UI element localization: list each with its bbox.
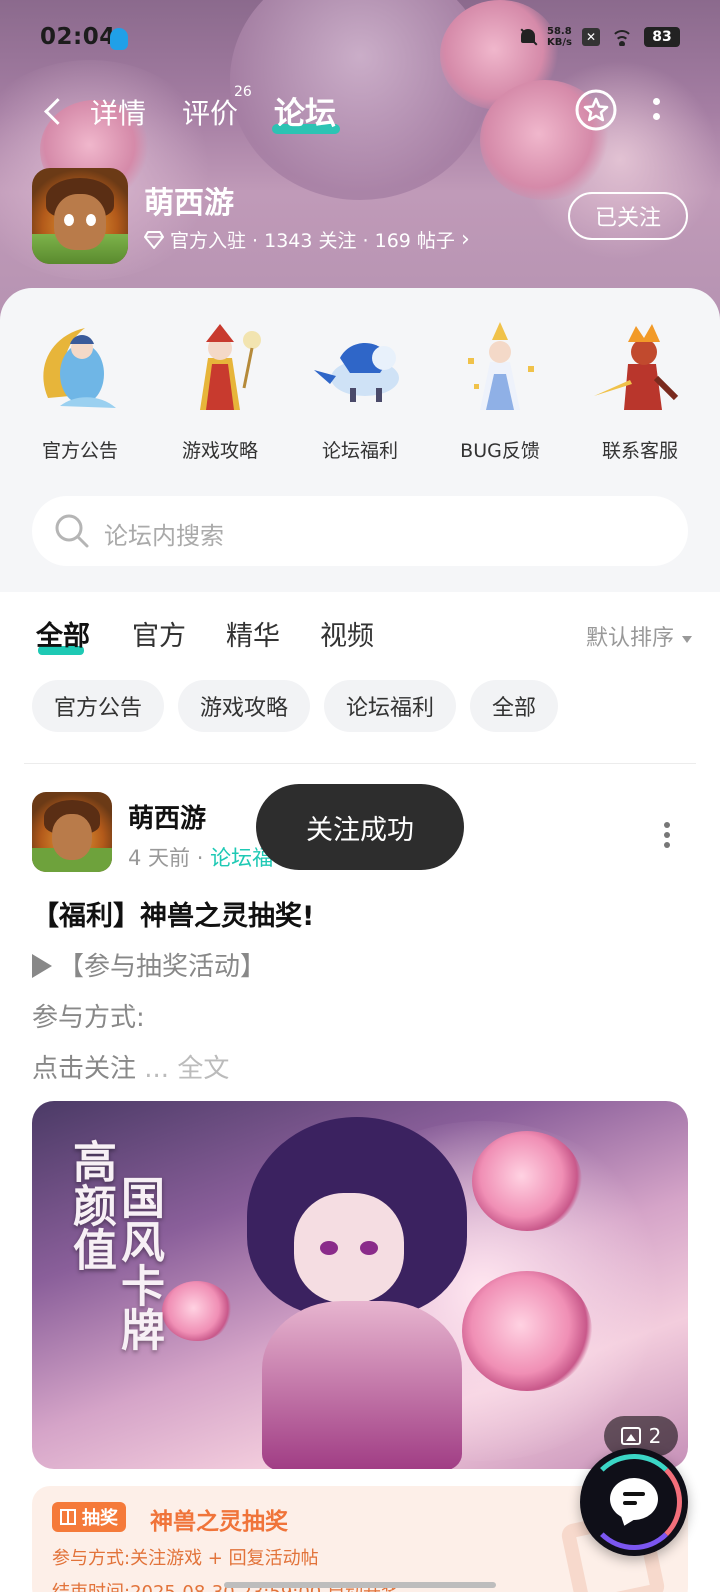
tab-reviews[interactable]: 评价 [182, 92, 238, 132]
filter-tab-video[interactable]: 视频 [320, 614, 374, 653]
category-forum-welfare[interactable]: 论坛福利 [300, 318, 420, 463]
post-more-options-icon[interactable] [662, 822, 672, 848]
tab-forum-label: 论坛 [274, 96, 336, 132]
home-indicator[interactable] [224, 1582, 496, 1588]
game-stats[interactable]: 官方入驻 · 1343 关注 · 169 帖子 › [144, 226, 470, 253]
forum-search-box[interactable]: 论坛内搜索 [32, 496, 688, 566]
lottery-participation: 参与方式:关注游戏 + 回复活动帖 [52, 1548, 319, 1569]
filter-tab-official[interactable]: 官方 [132, 614, 186, 653]
ellipsis: ... [136, 1054, 178, 1084]
notification-icon [110, 28, 128, 50]
post-author-name[interactable]: 萌西游 [128, 798, 206, 835]
favorite-star-icon[interactable] [574, 88, 618, 132]
lottery-tag-label: 抽奖 [82, 1508, 118, 1529]
lottery-tag: 抽奖 [52, 1502, 126, 1532]
post-body-line: 点击关注 ... 全文 [32, 1048, 229, 1085]
chip-game-guide[interactable]: 游戏攻略 [178, 680, 311, 732]
game-title[interactable]: 萌西游 [144, 178, 234, 222]
filter-tab-featured[interactable]: 精华 [226, 614, 280, 653]
game-app-icon[interactable] [32, 168, 128, 264]
forum-welfare-beast-icon [314, 343, 399, 402]
chip-forum-welfare[interactable]: 论坛福利 [324, 680, 457, 732]
follow-button[interactable]: 已关注 [568, 192, 688, 240]
category-label: BUG反馈 [460, 440, 540, 462]
wifi-icon [610, 28, 634, 46]
filter-tab-all[interactable]: 全部 [36, 614, 90, 653]
post-time: 4 天前 [128, 846, 191, 870]
search-icon [55, 514, 89, 548]
sort-dropdown[interactable]: 默认排序 [586, 620, 692, 652]
post-image[interactable]: 高颜值 国风卡牌 [32, 1101, 688, 1469]
topic-chips: 官方公告 游戏攻略 论坛福利 全部 [32, 680, 559, 732]
category-customer-service[interactable]: 联系客服 [580, 318, 700, 463]
customer-service-character-icon [594, 324, 679, 410]
post-body-line: 【参与抽奖活动】 [32, 946, 266, 983]
category-label: 官方公告 [41, 440, 118, 462]
status-bar: 02:04 58.8 KB/s ✕ 83 [0, 18, 720, 58]
search-placeholder: 论坛内搜索 [104, 522, 224, 550]
category-label: 游戏攻略 [181, 440, 258, 462]
meta-separator: · [190, 846, 211, 870]
category-label: 联系客服 [601, 440, 678, 462]
post-filter-tabs: 全部 官方 精华 视频 默认排序 [0, 612, 720, 662]
banner-slogan-2: 国风卡牌 [113, 1175, 164, 1351]
forum-category-panel: 官方公告 游戏攻略 论坛福利 BUG反馈 联系客服 论坛内搜索 [0, 288, 720, 592]
battery-indicator: 83 [644, 27, 680, 47]
filter-tab-label: 全部 [36, 621, 90, 652]
net-speed-unit: KB/s [547, 37, 572, 48]
top-navbar: 详情 评价 26 论坛 [0, 84, 720, 140]
sim-off-icon: ✕ [582, 28, 600, 46]
divider [24, 763, 696, 764]
bug-report-character-icon [468, 322, 534, 410]
game-guide-character-icon [200, 324, 261, 410]
chevron-right-icon: › [460, 227, 470, 252]
official-notice-character-icon [43, 328, 116, 408]
full-text-link[interactable]: 全文 [177, 1054, 229, 1084]
toast-message: 关注成功 [256, 784, 464, 870]
play-triangle-icon [32, 954, 52, 978]
tab-details[interactable]: 详情 [90, 92, 146, 132]
image-count: 2 [648, 1424, 662, 1448]
lottery-title: 神兽之灵抽奖 [150, 1509, 288, 1535]
banner-slogan-1: 高颜值 [65, 1139, 116, 1271]
category-bug-report[interactable]: BUG反馈 [440, 318, 560, 463]
post-body-line: 参与方式: [32, 1003, 145, 1033]
category-game-guide[interactable]: 游戏攻略 [160, 318, 280, 463]
forum-header-banner: 02:04 58.8 KB/s ✕ 83 详情 评价 26 论坛 萌西游 官方入… [0, 0, 720, 320]
chat-bubble-icon [610, 1478, 658, 1520]
post-body-text: 【参与抽奖活动】 [58, 952, 267, 982]
image-icon [620, 1427, 641, 1445]
diamond-verified-icon [144, 230, 164, 249]
more-options-icon[interactable] [650, 98, 662, 128]
game-stats-text: 官方入驻 · 1343 关注 · 169 帖子 [170, 230, 455, 252]
network-speed: 58.8 KB/s [547, 26, 572, 48]
gift-icon [60, 1509, 76, 1525]
tab-forum[interactable]: 论坛 [274, 88, 336, 133]
chat-floating-button[interactable] [580, 1448, 688, 1556]
net-speed-value: 58.8 [547, 26, 572, 37]
reviews-count-badge: 26 [234, 84, 252, 100]
category-label: 论坛福利 [321, 440, 398, 462]
chip-all[interactable]: 全部 [470, 680, 559, 732]
game-info-row: 萌西游 官方入驻 · 1343 关注 · 169 帖子 › 已关注 [0, 168, 720, 264]
post-title[interactable]: 【福利】神兽之灵抽奖! [32, 894, 314, 933]
status-icons: 58.8 KB/s ✕ 83 [519, 26, 680, 48]
category-official-notice[interactable]: 官方公告 [20, 318, 140, 463]
chip-official-notice[interactable]: 官方公告 [32, 680, 165, 732]
post-author-avatar[interactable] [32, 792, 112, 872]
post-body-text: 点击关注 [32, 1054, 137, 1084]
mute-bell-icon [519, 27, 537, 47]
status-time: 02:04 [40, 24, 116, 50]
post-meta: 4 天前 · 论坛福 [128, 842, 273, 872]
back-arrow-icon[interactable] [40, 96, 68, 126]
